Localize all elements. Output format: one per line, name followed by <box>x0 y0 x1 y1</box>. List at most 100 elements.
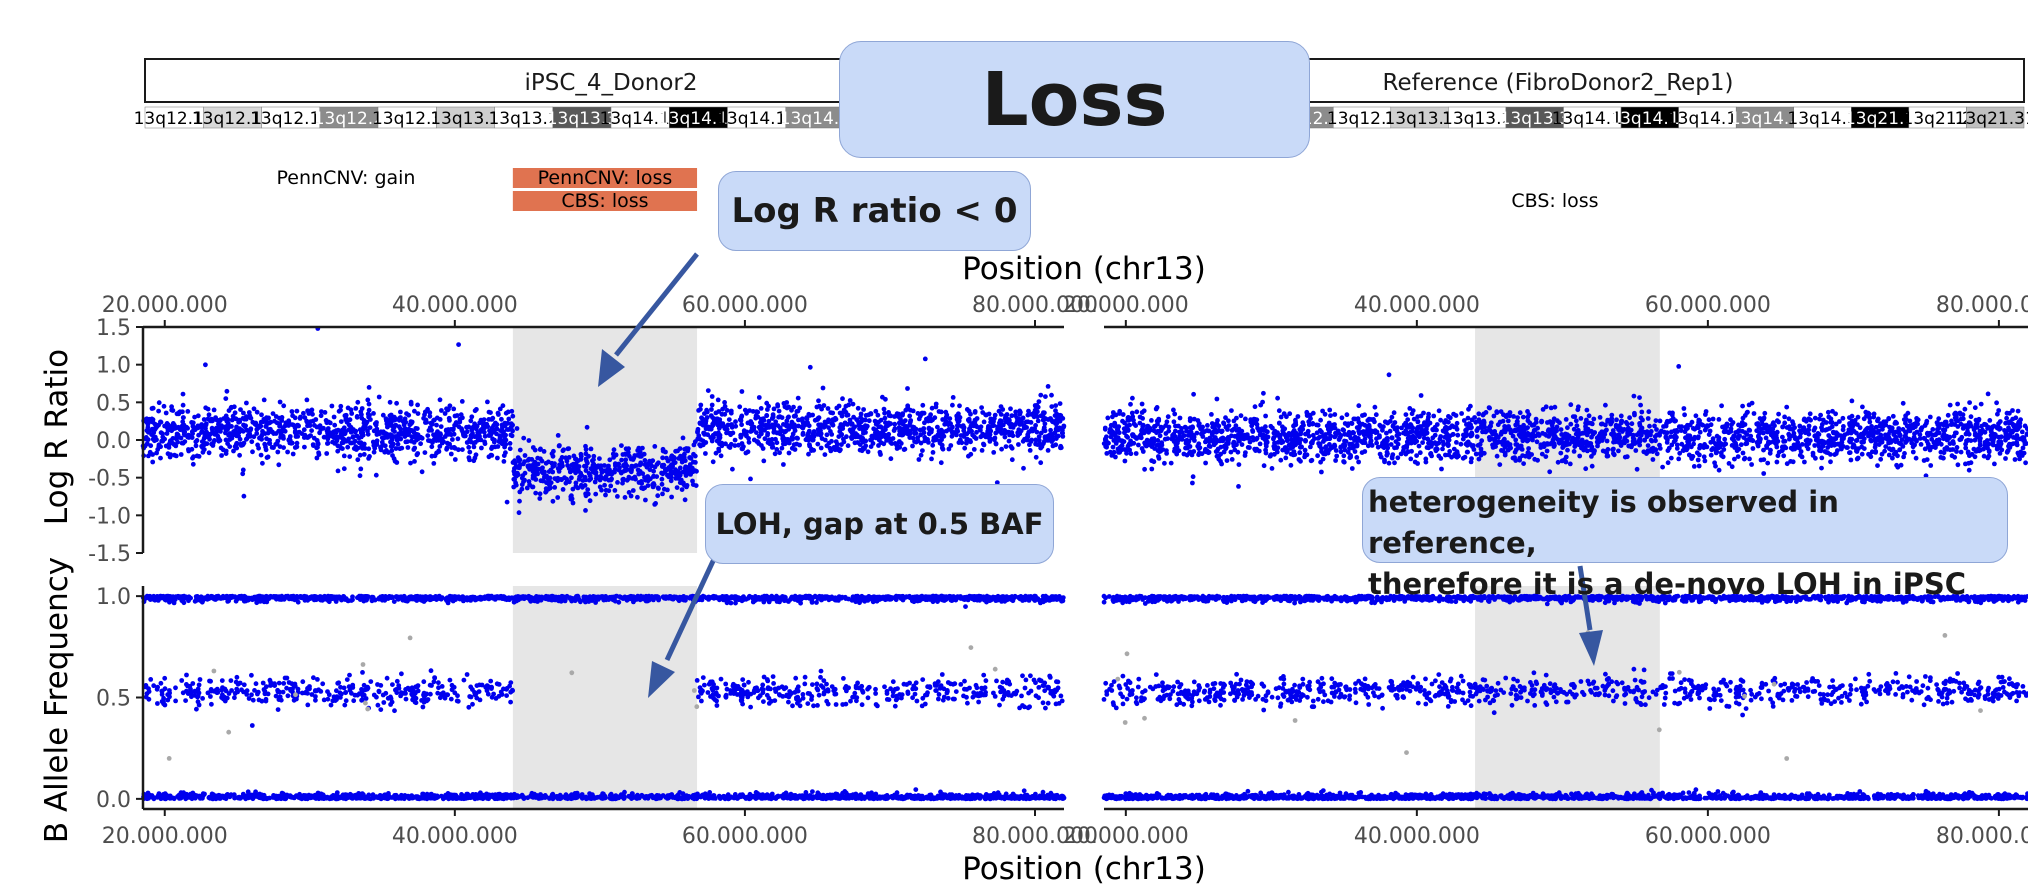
lrr-point <box>507 441 513 446</box>
baf-point <box>807 691 812 697</box>
panel-title-right: Reference (FibroDonor2_Rep1) <box>1383 70 1734 96</box>
baf-point <box>421 679 427 685</box>
baf-point <box>488 678 494 684</box>
lrr-point <box>738 418 744 423</box>
lrr-point <box>1000 407 1006 412</box>
lrr-point <box>654 474 660 479</box>
lrr-point <box>678 453 683 459</box>
baf-point <box>205 690 211 696</box>
baf-point <box>873 686 878 692</box>
lrr-point <box>556 469 562 474</box>
baf-point <box>815 687 821 693</box>
baf-point <box>1022 685 1028 691</box>
lrr-point <box>185 409 191 414</box>
lrr-point <box>830 422 836 428</box>
lrr-point <box>412 459 417 464</box>
lrr-point <box>169 407 175 413</box>
baf-point <box>232 695 237 701</box>
baf-point <box>173 685 178 691</box>
lrr-point <box>557 443 562 448</box>
lrr-point <box>225 416 230 422</box>
baf-point <box>220 685 225 690</box>
lrr-point <box>883 424 888 430</box>
baf-point <box>343 698 349 704</box>
baf-point <box>249 723 255 728</box>
lrr-point <box>500 403 506 409</box>
lrr-point <box>201 447 207 452</box>
lrr-point <box>512 466 517 471</box>
highlight-region-baf <box>1475 586 1660 809</box>
lrr-point <box>622 495 628 500</box>
lrr-point <box>243 423 249 429</box>
lrr-point <box>928 412 933 418</box>
lrr-point <box>373 472 379 478</box>
lrr-point <box>285 449 290 455</box>
baf-point <box>318 689 324 694</box>
lrr-point <box>227 444 233 449</box>
baf-point <box>821 691 827 697</box>
baf-point <box>748 704 753 710</box>
baf-point <box>165 697 171 703</box>
lrr-point <box>308 419 313 425</box>
baf-point <box>346 684 352 690</box>
baf-point <box>712 697 718 702</box>
lrr-point <box>156 442 162 448</box>
baf-point <box>934 683 939 688</box>
lrr-point <box>824 432 830 438</box>
baf-point <box>158 680 164 686</box>
lrr-point <box>223 437 229 443</box>
baf-point <box>874 596 880 601</box>
lrr-point <box>341 453 347 459</box>
lrr-point <box>149 406 155 411</box>
baf-point <box>892 703 898 709</box>
lrr-point <box>437 397 443 403</box>
lrr-point <box>680 435 686 441</box>
lrr-point <box>387 399 393 405</box>
lrr-point <box>469 414 475 420</box>
baf-point <box>1017 596 1023 602</box>
lrr-point <box>917 427 923 433</box>
lrr-point <box>348 407 354 413</box>
baf-point <box>800 692 806 697</box>
baf-point <box>711 682 716 687</box>
lrr-point <box>626 490 632 495</box>
lrr-point <box>713 410 719 416</box>
lrr-point <box>900 411 906 416</box>
lrr-point <box>732 437 738 443</box>
baf-point <box>325 696 331 702</box>
lrr-point <box>333 428 339 434</box>
lrr-point <box>573 456 579 462</box>
lrr-point <box>467 449 473 455</box>
lrr-point <box>294 440 300 446</box>
baf-point <box>962 678 967 684</box>
lrr-point <box>569 468 574 473</box>
baf-point <box>390 682 395 687</box>
lrr-point <box>804 416 810 422</box>
lrr-point <box>828 410 834 415</box>
cnv-track-label: CBS: loss <box>1511 190 1598 212</box>
lrr-point <box>339 429 345 435</box>
baf-point <box>953 689 959 694</box>
lrr-point <box>660 448 666 454</box>
baf-point <box>477 594 483 600</box>
baf-point <box>1054 679 1059 685</box>
lrr-point <box>877 424 883 429</box>
lrr-point <box>565 463 570 468</box>
lrr-point <box>845 443 851 449</box>
lrr-point <box>290 413 295 419</box>
lrr-point <box>499 416 504 422</box>
lrr-point <box>301 410 306 416</box>
lrr-point <box>281 403 287 409</box>
lrr-point <box>305 435 311 440</box>
lrr-point <box>350 427 356 433</box>
baf-point <box>1058 693 1064 699</box>
lrr-point <box>545 476 551 482</box>
baf-point <box>997 702 1002 708</box>
lrr-point <box>158 455 163 461</box>
lrr-point <box>629 463 635 469</box>
lrr-point <box>654 461 660 467</box>
lrr-point <box>837 410 843 416</box>
lrr-point <box>650 482 656 487</box>
lrr-point <box>710 459 716 465</box>
baf-point <box>939 672 945 677</box>
